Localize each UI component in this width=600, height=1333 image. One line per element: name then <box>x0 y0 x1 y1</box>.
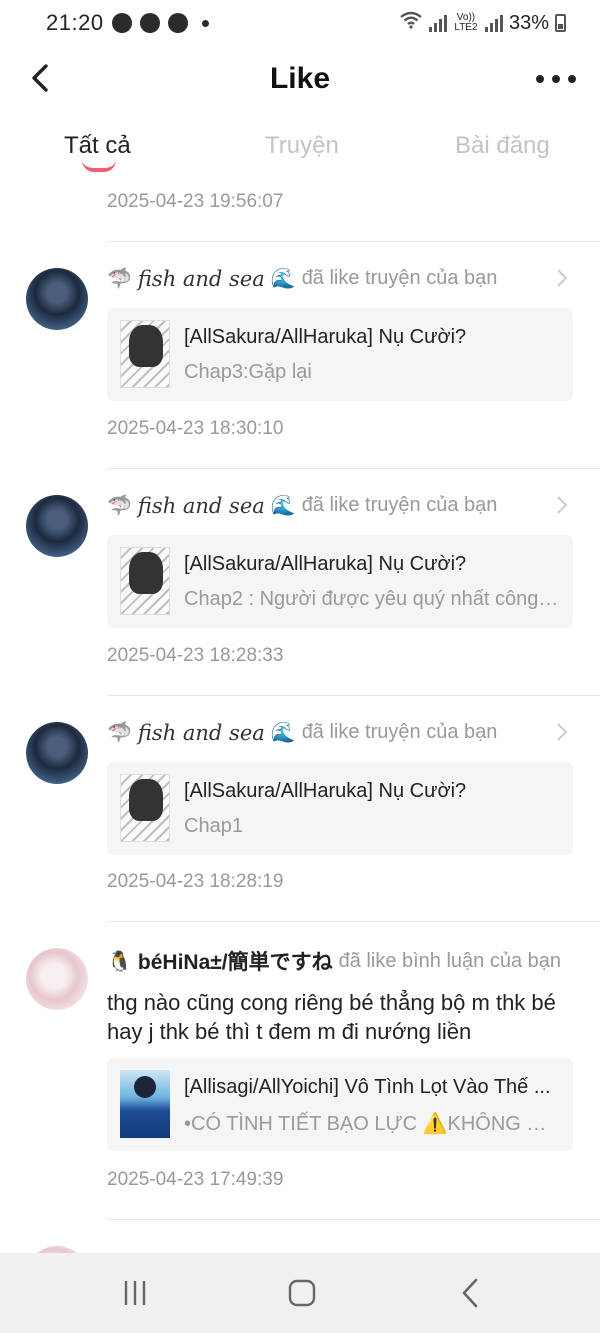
nav-back-icon <box>462 1278 478 1308</box>
recents-icon <box>124 1281 146 1305</box>
settings-icon <box>139 13 160 33</box>
divider <box>107 1219 600 1220</box>
wave-emoji: 🌊 <box>270 268 296 290</box>
dot-icon <box>201 19 209 27</box>
status-time: 21:20 <box>46 10 104 35</box>
divider <box>107 468 600 469</box>
story-cover <box>120 547 170 615</box>
comment-text: thg nào cũng cong riêng bé thẳng bộ m th… <box>107 990 556 1044</box>
home-button[interactable] <box>278 1271 326 1315</box>
story-description: •CÓ TÌNH TIẾT BẠO LỰC ⚠️KHÔNG NỔI ... <box>184 1113 559 1135</box>
avatar[interactable] <box>26 495 88 557</box>
like-header: 🐧 béHiNa±/簡単ですね đã like bình luận của bạ… <box>107 946 561 976</box>
back-button[interactable] <box>20 56 60 100</box>
avatar[interactable] <box>26 722 88 784</box>
story-title: [AllSakura/AllHaruka] Nụ Cười? <box>184 553 467 575</box>
chapter-title: Chap2 : Người được yêu quý nhất công ty? <box>184 588 559 610</box>
signal-icon <box>484 14 503 32</box>
penguin-emoji: 🐧 <box>107 950 132 973</box>
action-text: đã like truyện của bạn <box>301 494 498 516</box>
story-card[interactable]: [Allisagi/AllYoichi] Vô Tình Lọt Vào Thế… <box>107 1058 573 1151</box>
status-bar: 21:20 Vo)) LTE2 33% <box>0 0 600 46</box>
app-header: Like <box>0 50 600 108</box>
signal-icon <box>428 14 447 32</box>
story-card[interactable]: [AllSakura/AllHaruka] Nụ Cười? Chap3:Gặp… <box>107 308 573 401</box>
like-header: 🦈 fish and sea 🌊 đã like truyện của bạn <box>107 493 497 518</box>
story-cover <box>120 320 170 388</box>
more-dots-icon <box>536 75 544 83</box>
chevron-right-icon[interactable] <box>556 495 568 515</box>
action-text: đã like truyện của bạn <box>301 721 498 743</box>
tab-posts[interactable]: Bài đăng <box>455 132 550 160</box>
page-title: Like <box>269 62 331 95</box>
tab-stories[interactable]: Truyện <box>265 132 339 160</box>
like-header: 🦈 fish and sea 🌊 đã like truyện của bạn <box>107 266 497 291</box>
like-header: 🦈 fish and sea 🌊 đã like truyện của bạn <box>107 720 497 745</box>
story-card[interactable]: [AllSakura/AllHaruka] Nụ Cười? Chap2 : N… <box>107 535 573 628</box>
avatar[interactable] <box>26 948 88 1010</box>
recents-button[interactable] <box>111 1271 159 1315</box>
home-icon <box>288 1279 316 1307</box>
avatar[interactable] <box>26 268 88 330</box>
timestamp: 2025-04-23 18:30:10 <box>107 418 284 439</box>
back-arrow-icon <box>32 64 48 92</box>
network-type: Vo)) LTE2 <box>454 12 478 33</box>
nav-back-button[interactable] <box>446 1271 494 1315</box>
story-title: [AllSakura/AllHaruka] Nụ Cười? <box>184 780 467 802</box>
tab-bar: Tất cả Truyện Bài đăng <box>0 128 600 184</box>
divider <box>107 921 600 922</box>
story-cover <box>120 774 170 842</box>
action-text: đã like truyện của bạn <box>301 267 498 289</box>
divider <box>107 695 600 696</box>
shark-emoji: 🦈 <box>107 495 132 517</box>
timestamp: 2025-04-23 18:28:19 <box>107 871 284 892</box>
timestamp: 2025-04-23 19:56:07 <box>107 191 284 212</box>
user-name[interactable]: béHiNa±/簡単ですね <box>138 946 333 976</box>
battery-percent: 33% <box>508 11 549 34</box>
user-name[interactable]: fish and sea <box>138 494 265 518</box>
messenger-icon <box>167 13 188 33</box>
chevron-right-icon[interactable] <box>556 722 568 742</box>
timestamp: 2025-04-23 17:49:39 <box>107 1169 284 1190</box>
action-text: đã like bình luận của bạn <box>338 949 562 972</box>
story-title: [Allisagi/AllYoichi] Vô Tình Lọt Vào Thế… <box>184 1076 551 1098</box>
battery-icon <box>555 14 566 32</box>
shark-emoji: 🦈 <box>107 268 132 290</box>
chevron-right-icon[interactable] <box>556 268 568 288</box>
wave-emoji: 🌊 <box>270 495 296 517</box>
story-cover <box>120 1070 170 1138</box>
story-card[interactable]: [AllSakura/AllHaruka] Nụ Cười? Chap1 <box>107 762 573 855</box>
user-name[interactable]: fish and sea <box>138 267 265 291</box>
tab-all[interactable]: Tất cả <box>64 132 131 160</box>
system-nav-bar <box>0 1253 600 1333</box>
chapter-title: Chap3:Gặp lại <box>184 361 312 383</box>
wifi-icon <box>399 11 423 35</box>
tab-active-indicator <box>82 160 116 172</box>
divider <box>107 241 600 242</box>
shark-emoji: 🦈 <box>107 722 132 744</box>
chapter-title: Chap1 <box>184 815 243 837</box>
messenger-icon <box>111 13 132 33</box>
user-name[interactable]: fish and sea <box>138 721 265 745</box>
timestamp: 2025-04-23 18:28:33 <box>107 645 284 666</box>
more-options-button[interactable] <box>536 64 576 94</box>
story-title: [AllSakura/AllHaruka] Nụ Cười? <box>184 326 467 348</box>
wave-emoji: 🌊 <box>270 722 296 744</box>
